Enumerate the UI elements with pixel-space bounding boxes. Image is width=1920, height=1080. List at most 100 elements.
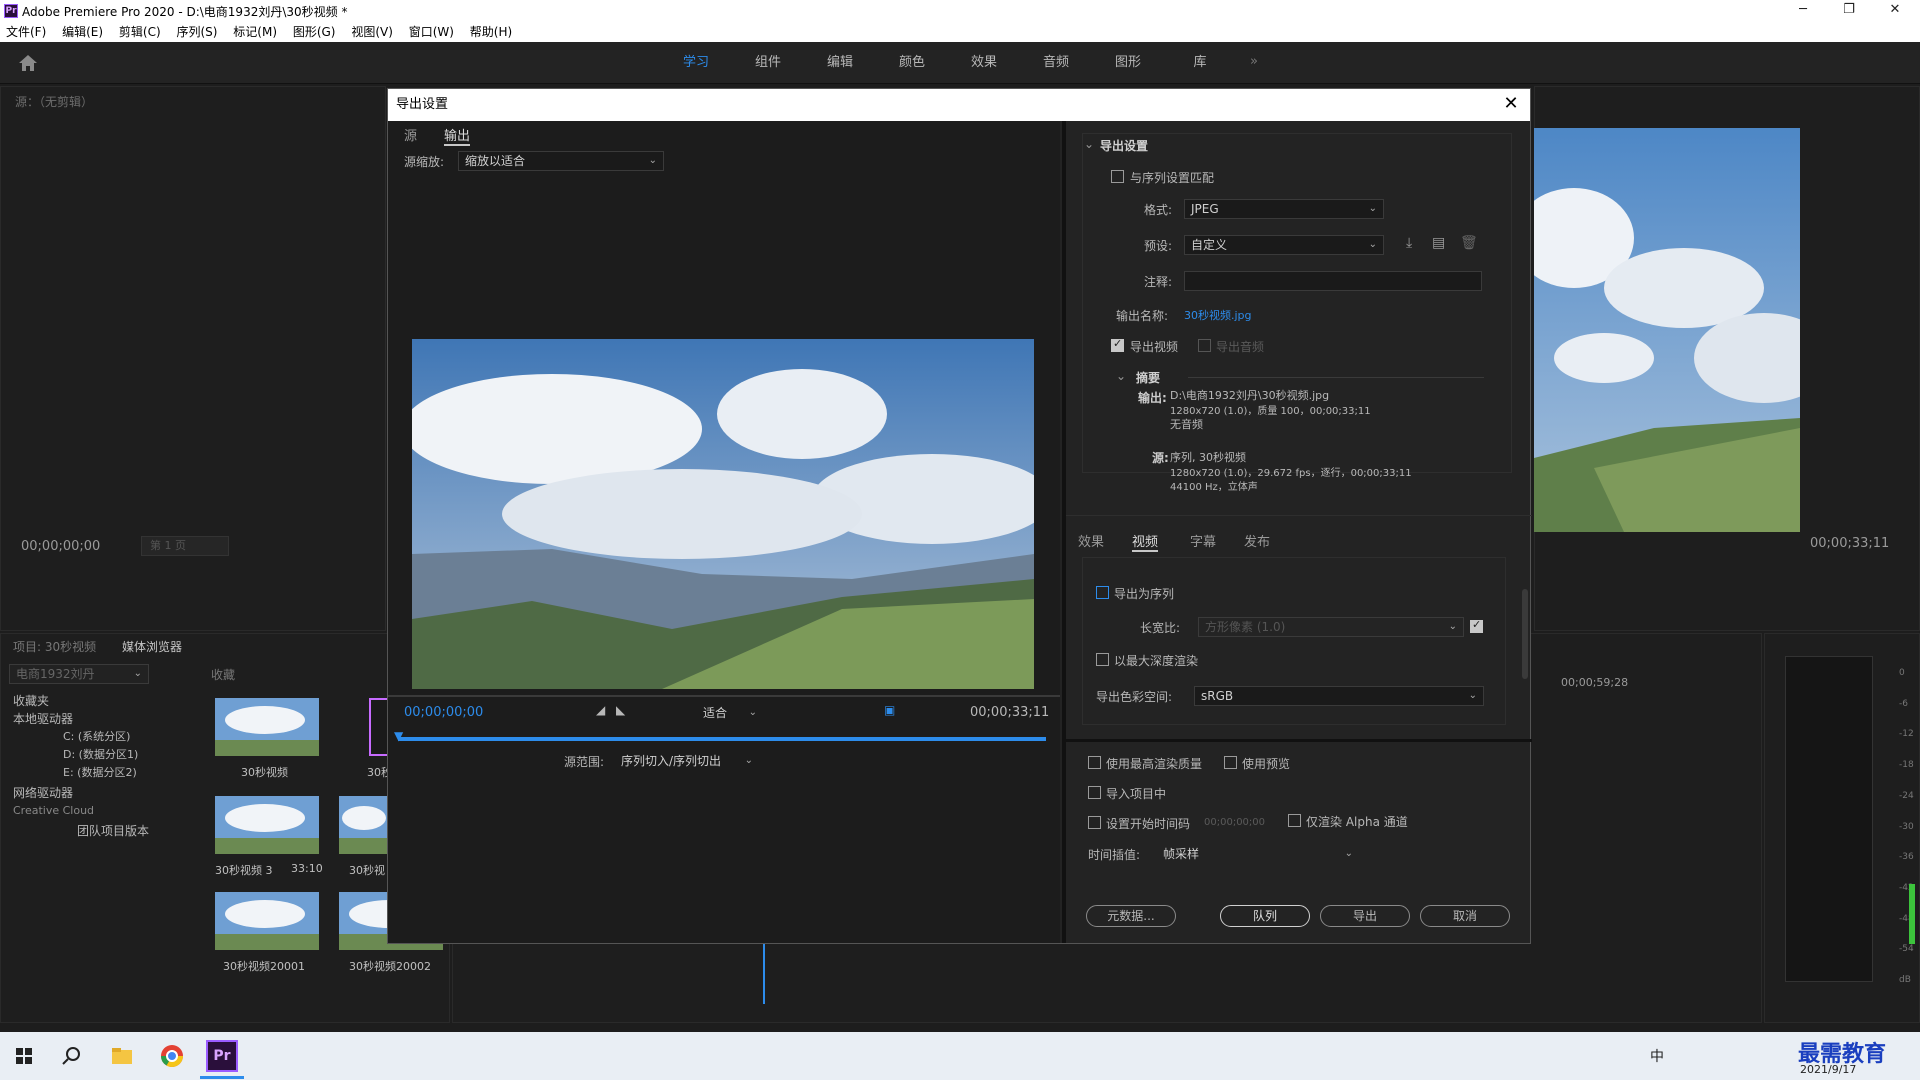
queue-button[interactable]: 队列 <box>1220 905 1310 927</box>
tray-ime-icon[interactable]: 中 <box>1650 1046 1664 1066</box>
tab-output[interactable]: 输出 <box>444 125 471 146</box>
delete-preset-icon[interactable]: 🗑 <box>1460 235 1478 251</box>
tab-publish[interactable]: 发布 <box>1244 531 1270 550</box>
tab-captions[interactable]: 字幕 <box>1190 531 1216 550</box>
search-icon[interactable] <box>56 1040 88 1072</box>
source-page-select[interactable]: 第 1 页 <box>141 536 229 556</box>
menu-sequence[interactable]: 序列(S) <box>170 22 223 42</box>
export-button[interactable]: 导出 <box>1320 905 1410 927</box>
summary-source-line: 44100 Hz，立体声 <box>1170 482 1258 493</box>
range-bar[interactable] <box>398 737 1046 741</box>
comment-input[interactable] <box>1184 271 1482 291</box>
match-sequence-checkbox[interactable] <box>1111 170 1124 183</box>
workspace-tab-assembly[interactable]: 组件 <box>732 42 804 84</box>
format-select[interactable]: JPEG ⌄ <box>1184 199 1384 219</box>
menu-marker[interactable]: 标记(M) <box>227 22 283 42</box>
workspace-tab-effects[interactable]: 效果 <box>948 42 1020 84</box>
preview-timecode-in[interactable]: 00;00;00;00 <box>404 705 483 720</box>
aspect-lock-checkbox[interactable] <box>1470 618 1483 633</box>
dialog-close-button[interactable]: ✕ <box>1500 93 1522 115</box>
range-start-handle[interactable]: ▼ <box>394 729 403 743</box>
windows-start-icon[interactable] <box>8 1040 40 1072</box>
tab-project[interactable]: 项目: 30秒视频 <box>13 640 96 654</box>
start-timecode-checkbox[interactable] <box>1088 816 1101 829</box>
fit-select[interactable]: 适合 ⌄ <box>696 703 764 723</box>
tree-network-drives[interactable]: 网络驱动器 <box>13 784 73 801</box>
program-timecode[interactable]: 00;00;33;11 <box>1810 536 1889 551</box>
restore-button[interactable]: ❐ <box>1826 0 1872 22</box>
metadata-button[interactable]: 元数据... <box>1086 905 1176 927</box>
media-thumbnail[interactable] <box>215 796 319 854</box>
tab-effects[interactable]: 效果 <box>1078 531 1104 550</box>
workspace-more-icon[interactable]: » <box>1250 54 1258 69</box>
menu-graphics[interactable]: 图形(G) <box>287 22 342 42</box>
settings-scrollbar[interactable] <box>1522 589 1528 679</box>
premiere-taskbar-icon[interactable]: Pr <box>206 1040 238 1072</box>
media-path-select[interactable]: 电商1932刘丹 ⌄ <box>9 664 149 684</box>
export-preview-image <box>412 339 1034 689</box>
menu-help[interactable]: 帮助(H) <box>464 22 518 42</box>
export-as-sequence-checkbox[interactable] <box>1096 586 1109 599</box>
output-name-label: 输出名称: <box>1116 309 1169 323</box>
max-depth-checkbox[interactable] <box>1096 653 1109 666</box>
tree-drive-d[interactable]: D: (数据分区1) <box>63 746 138 762</box>
menu-edit[interactable]: 编辑(E) <box>56 22 109 42</box>
source-timecode[interactable]: 00;00;00;00 <box>21 539 100 554</box>
menu-window[interactable]: 窗口(W) <box>403 22 460 42</box>
mark-out-icon[interactable]: ◣ <box>616 703 625 717</box>
workspace-tab-editing[interactable]: 编辑 <box>804 42 876 84</box>
tree-favorites[interactable]: 收藏夹 <box>13 692 49 709</box>
premiere-logo-icon: Pr <box>4 4 18 18</box>
export-audio-checkbox[interactable] <box>1198 339 1211 352</box>
source-scaling-select[interactable]: 缩放以适合 ⌄ <box>458 151 664 171</box>
import-project-checkbox[interactable] <box>1088 786 1101 799</box>
media-thumbnail[interactable] <box>215 892 319 950</box>
media-thumbnail[interactable] <box>215 698 319 756</box>
tree-drive-e[interactable]: E: (数据分区2) <box>63 764 137 780</box>
menu-file[interactable]: 文件(F) <box>0 22 52 42</box>
workspace-tab-libraries[interactable]: 库 <box>1164 42 1236 84</box>
output-name-link[interactable]: 30秒视频.jpg <box>1184 307 1252 323</box>
max-quality-checkbox[interactable] <box>1088 756 1101 769</box>
tree-drive-c[interactable]: C: (系统分区) <box>63 728 130 744</box>
tab-video[interactable]: 视频 <box>1132 531 1159 552</box>
tree-team-projects[interactable]: 团队项目版本 <box>77 822 149 839</box>
dialog-splitter[interactable] <box>1062 121 1066 943</box>
export-video-checkbox[interactable] <box>1111 337 1124 352</box>
home-icon[interactable] <box>18 54 38 72</box>
favorites-toggle[interactable]: 收藏 <box>211 666 235 683</box>
source-range-select[interactable]: 序列切入/序列切出 ⌄ <box>614 751 760 771</box>
color-space-select[interactable]: sRGB ⌄ <box>1194 686 1484 706</box>
time-interp-select[interactable]: 帧采样 ⌄ <box>1156 844 1360 864</box>
collapse-chevron-icon[interactable]: ⌄ <box>1084 137 1094 151</box>
preset-select[interactable]: 自定义 ⌄ <box>1184 235 1384 255</box>
menu-view[interactable]: 视图(V) <box>345 22 399 42</box>
tree-creative-cloud[interactable]: Creative Cloud <box>13 804 94 817</box>
aspect-select[interactable]: 方形像素 (1.0) ⌄ <box>1198 617 1464 637</box>
summary-chevron-icon[interactable]: ⌄ <box>1116 369 1126 383</box>
save-preset-icon[interactable]: ⤓ <box>1406 235 1412 251</box>
source-panel-header[interactable]: 源：（无剪辑） <box>15 93 93 110</box>
close-window-button[interactable]: ✕ <box>1872 0 1918 22</box>
alpha-only-checkbox[interactable] <box>1288 814 1301 827</box>
use-previews-checkbox[interactable] <box>1224 756 1237 769</box>
workspace-tab-learning[interactable]: 学习 <box>660 42 732 84</box>
premiere-project-icon[interactable] <box>369 698 389 756</box>
start-timecode-value[interactable]: 00;00;00;00 <box>1204 817 1265 828</box>
chrome-icon[interactable] <box>156 1040 188 1072</box>
file-explorer-icon[interactable] <box>106 1040 138 1072</box>
mark-in-icon[interactable]: ◢ <box>596 703 605 717</box>
minimize-button[interactable]: ─ <box>1780 0 1826 22</box>
taskbar-date[interactable]: 2021/9/17 <box>1800 1063 1856 1076</box>
tab-media-browser[interactable]: 媒体浏览器 <box>122 640 182 654</box>
workspace-tab-graphics[interactable]: 图形 <box>1092 42 1164 84</box>
cancel-button[interactable]: 取消 <box>1420 905 1510 927</box>
workspace-tab-color[interactable]: 颜色 <box>876 42 948 84</box>
media-thumbnail[interactable] <box>339 796 389 854</box>
menu-clip[interactable]: 剪辑(C) <box>113 22 167 42</box>
import-preset-icon[interactable]: ▤ <box>1432 235 1445 251</box>
tree-local-drives[interactable]: 本地驱动器 <box>13 710 73 727</box>
tab-source[interactable]: 源 <box>404 125 417 144</box>
workspace-tab-audio[interactable]: 音频 <box>1020 42 1092 84</box>
aspect-toggle-icon[interactable]: ▣ <box>884 703 895 717</box>
